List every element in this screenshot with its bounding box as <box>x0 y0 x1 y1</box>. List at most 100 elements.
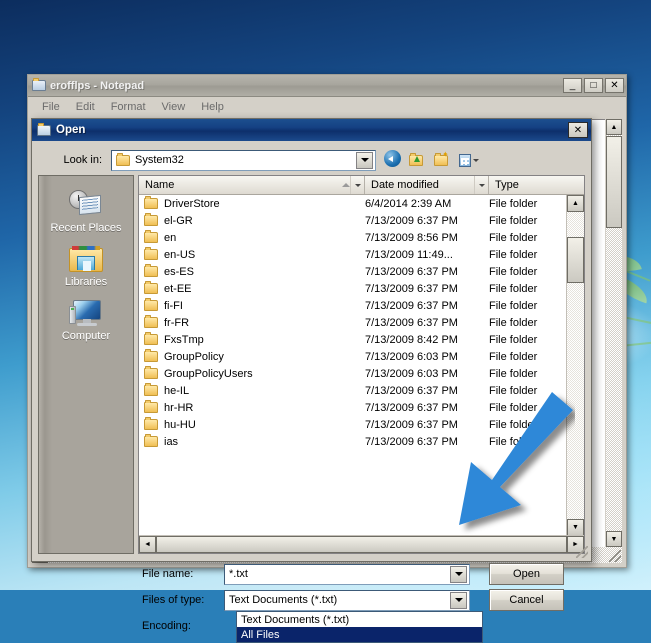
table-row[interactable]: he-IL7/13/2009 6:37 PMFile folder <box>139 382 567 399</box>
file-name-input[interactable]: *.txt <box>224 564 470 585</box>
file-date-cell: 7/13/2009 6:37 PM <box>365 266 489 278</box>
encoding-label: Encoding: <box>138 620 224 632</box>
file-type-cell: File folder <box>489 232 567 244</box>
dialog-titlebar[interactable]: Open ✕ <box>32 119 591 141</box>
scroll-up-icon[interactable]: ▲ <box>606 119 622 135</box>
file-name-cell: es-ES <box>139 266 365 278</box>
place-label: Libraries <box>65 276 107 288</box>
chevron-down-icon[interactable] <box>450 592 467 609</box>
chevron-down-icon[interactable] <box>356 152 373 169</box>
encoding-row: Encoding: Text Documents (*.txt)All File… <box>138 613 585 639</box>
folder-icon <box>144 232 158 243</box>
file-date-cell: 7/13/2009 8:42 PM <box>365 334 489 346</box>
files-of-type-label: Files of type: <box>138 594 224 606</box>
dialog-close-button[interactable]: ✕ <box>568 122 588 138</box>
views-icon[interactable] <box>459 150 479 170</box>
file-list-vertical-scrollbar[interactable]: ▲ ▼ <box>566 195 584 536</box>
file-name-text: es-ES <box>164 266 194 278</box>
table-row[interactable]: DriverStore6/4/2014 2:39 AMFile folder <box>139 195 567 212</box>
table-row[interactable]: fr-FR7/13/2009 6:37 PMFile folder <box>139 314 567 331</box>
folder-icon <box>144 249 158 260</box>
notepad-resize-grip[interactable] <box>609 550 621 562</box>
table-row[interactable]: en-US7/13/2009 11:49...File folder <box>139 246 567 263</box>
table-row[interactable]: et-EE7/13/2009 6:37 PMFile folder <box>139 280 567 297</box>
file-date-cell: 7/13/2009 6:37 PM <box>365 436 489 448</box>
column-splitter[interactable] <box>474 176 488 194</box>
table-row[interactable]: es-ES7/13/2009 6:37 PMFile folder <box>139 263 567 280</box>
scroll-thumb[interactable] <box>156 536 567 553</box>
column-header-name[interactable]: Name <box>139 176 365 194</box>
maximize-button[interactable]: □ <box>584 78 603 93</box>
scroll-down-icon[interactable]: ▼ <box>567 519 584 536</box>
close-button[interactable]: ✕ <box>605 78 624 93</box>
scroll-down-icon[interactable]: ▼ <box>606 531 622 547</box>
file-name-cell: GroupPolicy <box>139 351 365 363</box>
chevron-down-icon[interactable] <box>450 566 467 583</box>
notepad-vertical-scrollbar[interactable]: ▲ ▼ <box>605 119 622 547</box>
notepad-titlebar[interactable]: erofflps - Notepad _ □ ✕ <box>28 75 626 97</box>
column-splitter[interactable] <box>350 176 364 194</box>
open-button[interactable]: Open <box>489 563 564 585</box>
column-header-date-modified[interactable]: Date modified <box>365 176 489 194</box>
menu-item-format[interactable]: Format <box>103 99 154 115</box>
file-date-cell: 7/13/2009 6:37 PM <box>365 402 489 414</box>
file-name-text: FxsTmp <box>164 334 204 346</box>
place-label: Recent Places <box>51 222 122 234</box>
up-folder-icon[interactable] <box>409 150 429 170</box>
folder-icon <box>144 419 158 430</box>
dropdown-option[interactable]: All Files <box>237 627 482 642</box>
file-name-cell: et-EE <box>139 283 365 295</box>
dialog-resize-grip[interactable] <box>576 546 588 558</box>
place-libraries[interactable]: Libraries <box>42 246 130 288</box>
table-row[interactable]: FxsTmp7/13/2009 8:42 PMFile folder <box>139 331 567 348</box>
place-computer[interactable]: Computer <box>42 300 130 342</box>
file-name-text: hu-HU <box>164 419 196 431</box>
column-label: Type <box>489 179 584 191</box>
scroll-left-icon[interactable]: ◄ <box>139 536 156 553</box>
dialog-title: Open <box>56 124 568 136</box>
new-folder-icon[interactable] <box>434 150 454 170</box>
place-recent-places[interactable]: Recent Places <box>42 190 130 234</box>
dropdown-option[interactable]: Text Documents (*.txt) <box>237 612 482 627</box>
table-row[interactable]: en7/13/2009 8:56 PMFile folder <box>139 229 567 246</box>
menu-item-edit[interactable]: Edit <box>68 99 103 115</box>
column-label: Name <box>139 179 336 191</box>
file-name-row: File name: *.txt Open <box>138 561 585 587</box>
column-header-type[interactable]: Type <box>489 176 584 194</box>
menu-item-help[interactable]: Help <box>193 99 232 115</box>
file-list-horizontal-scrollbar[interactable]: ◄ ► <box>139 535 584 553</box>
file-name-cell: fr-FR <box>139 317 365 329</box>
table-row[interactable]: hu-HU7/13/2009 6:37 PMFile folder <box>139 416 567 433</box>
dialog-body: Recent Places Libraries Computer Name <box>38 175 585 561</box>
minimize-button[interactable]: _ <box>563 78 582 93</box>
file-name-text: he-IL <box>164 385 189 397</box>
file-rows[interactable]: DriverStore6/4/2014 2:39 AMFile folderel… <box>139 195 567 536</box>
table-row[interactable]: GroupPolicyUsers7/13/2009 6:03 PMFile fo… <box>139 365 567 382</box>
open-file-dialog: Open ✕ Look in: System32 Recent Places <box>31 118 592 562</box>
file-name-label: File name: <box>138 568 224 580</box>
folder-icon <box>144 436 158 447</box>
folder-icon <box>144 317 158 328</box>
scroll-thumb[interactable] <box>606 136 622 228</box>
file-type-cell: File folder <box>489 368 567 380</box>
table-row[interactable]: ias7/13/2009 6:37 PMFile folder <box>139 433 567 450</box>
notepad-title: erofflps - Notepad <box>50 80 561 92</box>
cancel-button[interactable]: Cancel <box>489 589 564 611</box>
scroll-thumb[interactable] <box>567 237 584 283</box>
scroll-up-icon[interactable]: ▲ <box>567 195 584 212</box>
menu-item-view[interactable]: View <box>154 99 194 115</box>
table-row[interactable]: hr-HR7/13/2009 6:37 PMFile folder <box>139 399 567 416</box>
table-row[interactable]: GroupPolicy7/13/2009 6:03 PMFile folder <box>139 348 567 365</box>
table-row[interactable]: el-GR7/13/2009 6:37 PMFile folder <box>139 212 567 229</box>
look-in-combobox[interactable]: System32 <box>111 150 376 171</box>
files-of-type-dropdown-list[interactable]: Text Documents (*.txt)All Files <box>236 611 483 643</box>
places-bar: Recent Places Libraries Computer <box>38 175 134 554</box>
files-of-type-value: Text Documents (*.txt) <box>225 594 450 606</box>
back-icon[interactable] <box>384 150 404 170</box>
file-name-text: DriverStore <box>164 198 220 210</box>
notepad-app-icon <box>32 80 46 91</box>
menu-item-file[interactable]: File <box>34 99 68 115</box>
file-name-cell: hr-HR <box>139 402 365 414</box>
table-row[interactable]: fi-FI7/13/2009 6:37 PMFile folder <box>139 297 567 314</box>
files-of-type-combobox[interactable]: Text Documents (*.txt) <box>224 590 470 611</box>
